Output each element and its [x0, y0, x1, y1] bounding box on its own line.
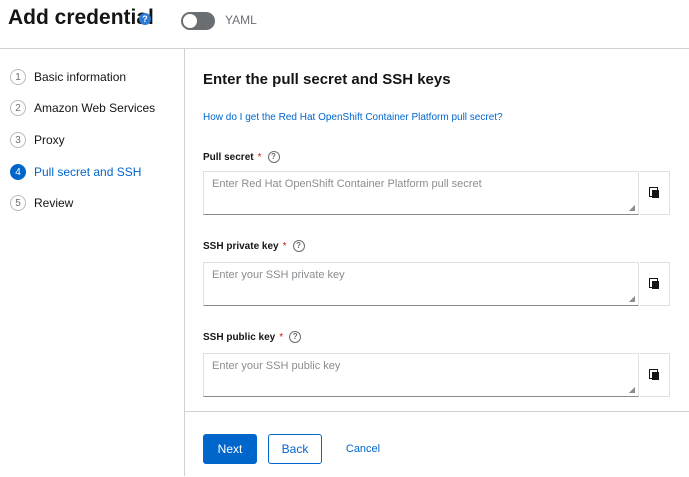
back-button[interactable]: Back — [268, 434, 322, 464]
step-number: 4 — [10, 164, 26, 180]
question-circle-icon[interactable]: ? — [139, 13, 151, 25]
field-label-text: SSH public key — [203, 331, 276, 343]
yaml-toggle[interactable] — [181, 12, 215, 30]
next-button[interactable]: Next — [203, 434, 257, 464]
section-title: Enter the pull secret and SSH keys — [203, 71, 451, 88]
step-number: 2 — [10, 100, 26, 116]
wizard-body: Enter the pull secret and SSH keys How d… — [185, 49, 689, 409]
ssh-private-key-field-wrapper: ◢ — [203, 262, 639, 306]
step-label: Proxy — [34, 133, 65, 147]
copy-icon — [649, 278, 660, 290]
wizard-step-amazon-web-services[interactable]: 2 Amazon Web Services — [10, 98, 155, 118]
field-label-text: Pull secret — [203, 151, 254, 163]
step-number: 5 — [10, 195, 26, 211]
cancel-button[interactable]: Cancel — [335, 434, 391, 464]
step-label: Pull secret and SSH — [34, 165, 142, 179]
wizard-footer: Next Back Cancel — [185, 411, 689, 477]
resize-handle-icon[interactable]: ◢ — [629, 385, 635, 394]
step-label: Review — [34, 196, 74, 210]
copy-button[interactable] — [640, 353, 670, 397]
help-icon[interactable]: ? — [292, 240, 305, 252]
page-title: Add credential — [8, 6, 154, 29]
resize-handle-icon[interactable]: ◢ — [629, 203, 635, 212]
pull-secret-input[interactable] — [204, 172, 638, 214]
wizard-step-proxy[interactable]: 3 Proxy — [10, 130, 65, 150]
required-asterisk: * — [279, 331, 284, 343]
page-header: Add credential ? YAML — [0, 0, 689, 49]
copy-button[interactable] — [640, 171, 670, 215]
ssh-public-key-label: SSH public key * ? — [203, 331, 302, 343]
step-label: Basic information — [34, 70, 127, 84]
field-label-text: SSH private key — [203, 240, 279, 252]
copy-button[interactable] — [640, 262, 670, 306]
help-icon[interactable]: ? — [267, 151, 280, 163]
step-label: Amazon Web Services — [34, 101, 156, 115]
ssh-private-key-label: SSH private key * ? — [203, 240, 305, 252]
pull-secret-label: Pull secret * ? — [203, 151, 280, 163]
required-asterisk: * — [257, 151, 262, 163]
help-icon[interactable]: ? — [289, 331, 302, 343]
yaml-toggle-label: YAML — [225, 13, 257, 27]
wizard-step-review[interactable]: 5 Review — [10, 193, 73, 213]
ssh-public-key-field-wrapper: ◢ — [203, 353, 639, 397]
ssh-private-key-input[interactable] — [204, 263, 638, 305]
ssh-public-key-input[interactable] — [204, 354, 638, 396]
step-number: 1 — [10, 69, 26, 85]
resize-handle-icon[interactable]: ◢ — [629, 294, 635, 303]
copy-icon — [649, 369, 660, 381]
pull-secret-field-wrapper: ◢ — [203, 171, 639, 215]
toggle-knob — [183, 14, 197, 28]
copy-icon — [649, 187, 660, 199]
wizard-step-pull-secret-and-ssh[interactable]: 4 Pull secret and SSH — [10, 162, 141, 182]
wizard-step-basic-information[interactable]: 1 Basic information — [10, 67, 126, 87]
step-number: 3 — [10, 132, 26, 148]
pull-secret-help-link[interactable]: How do I get the Red Hat OpenShift Conta… — [203, 112, 503, 123]
required-asterisk: * — [282, 240, 287, 252]
wizard-nav: 1 Basic information 2 Amazon Web Service… — [0, 49, 185, 476]
